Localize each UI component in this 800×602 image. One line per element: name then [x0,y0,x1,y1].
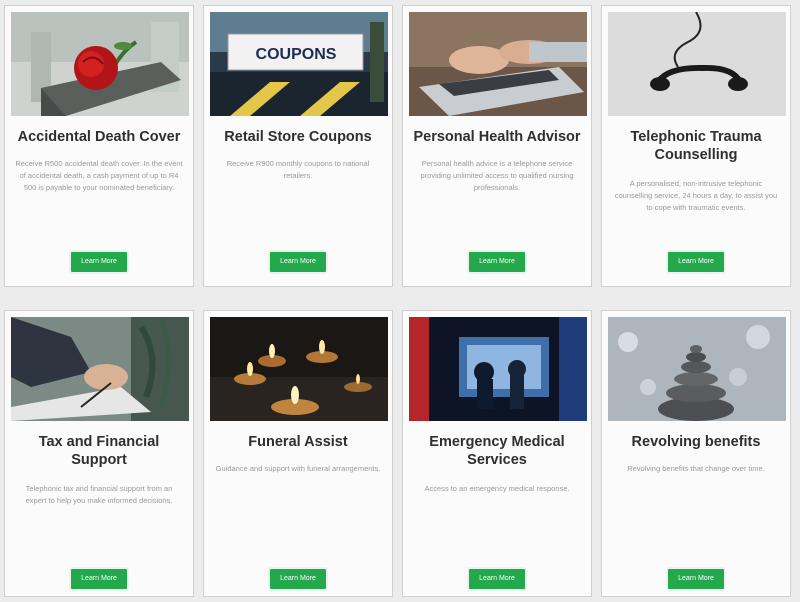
card-image [210,317,388,421]
card-personal-health-advisor: Personal Health Advisor Personal health … [402,5,592,287]
card-title: Emergency Medical Services [429,434,565,468]
card-title: Funeral Assist [248,434,348,450]
card-image [11,12,189,116]
learn-more-button[interactable]: Learn More [666,250,726,274]
card-image: COUPONS [210,12,388,116]
learn-more-button[interactable]: Learn More [467,250,527,274]
card-title: Revolving benefits [631,434,761,450]
card-description: Personal health advice is a telephone se… [420,159,574,192]
learn-more-button[interactable]: Learn More [69,250,129,274]
card-retail-store-coupons: COUPONS Retail Store Coupons Receive R90… [203,5,393,287]
rose-icon [11,12,189,116]
card-image [409,12,587,116]
card-description: Receive R500 accidental death cover. In … [15,159,183,192]
card-tax-and-financial-support: Tax and Financial Support Telephonic tax… [4,310,194,597]
card-image [608,317,786,421]
card-description: Receive R900 monthly coupons to national… [226,159,370,180]
card-description: Revolving benefits that change over time… [627,464,765,473]
card-revolving-benefits: Revolving benefits Revolving benefits th… [601,310,791,597]
learn-more-button[interactable]: Learn More [268,567,328,591]
card-telephonic-trauma-counselling: Telephonic Trauma Counselling A personal… [601,5,791,287]
card-title: Accidental Death Cover [17,129,181,145]
card-description: A personalised, non-intrusive telephonic… [614,179,778,212]
card-title: Retail Store Coupons [224,129,372,145]
candles-icon [210,317,388,421]
card-image [11,317,189,421]
ambulance-icon [409,317,587,421]
laptop-typing-icon [409,12,587,116]
card-description: Access to an emergency medical response. [424,484,570,493]
learn-more-button[interactable]: Learn More [666,567,726,591]
learn-more-button[interactable]: Learn More [268,250,328,274]
card-description: Telephonic tax and financial support fro… [25,484,173,505]
learn-more-button[interactable]: Learn More [69,567,129,591]
telephone-handset-icon [608,12,786,116]
coupons-sign-icon: COUPONS [210,12,388,116]
card-accidental-death-cover: Accidental Death Cover Receive R500 acci… [4,5,194,287]
stacked-stones-icon [608,317,786,421]
svg-text:COUPONS: COUPONS [256,46,337,63]
card-emergency-medical-services: Emergency Medical Services Access to an … [402,310,592,597]
card-title: Telephonic Trauma Counselling [630,129,762,163]
card-title: Personal Health Advisor [413,129,581,145]
card-funeral-assist: Funeral Assist Guidance and support with… [203,310,393,597]
card-description: Guidance and support with funeral arrang… [215,464,381,473]
learn-more-button[interactable]: Learn More [467,567,527,591]
benefits-grid: Accidental Death Cover Receive R500 acci… [4,5,796,597]
card-image [409,317,587,421]
card-image [608,12,786,116]
card-title: Tax and Financial Support [38,434,160,468]
signing-document-icon [11,317,189,421]
